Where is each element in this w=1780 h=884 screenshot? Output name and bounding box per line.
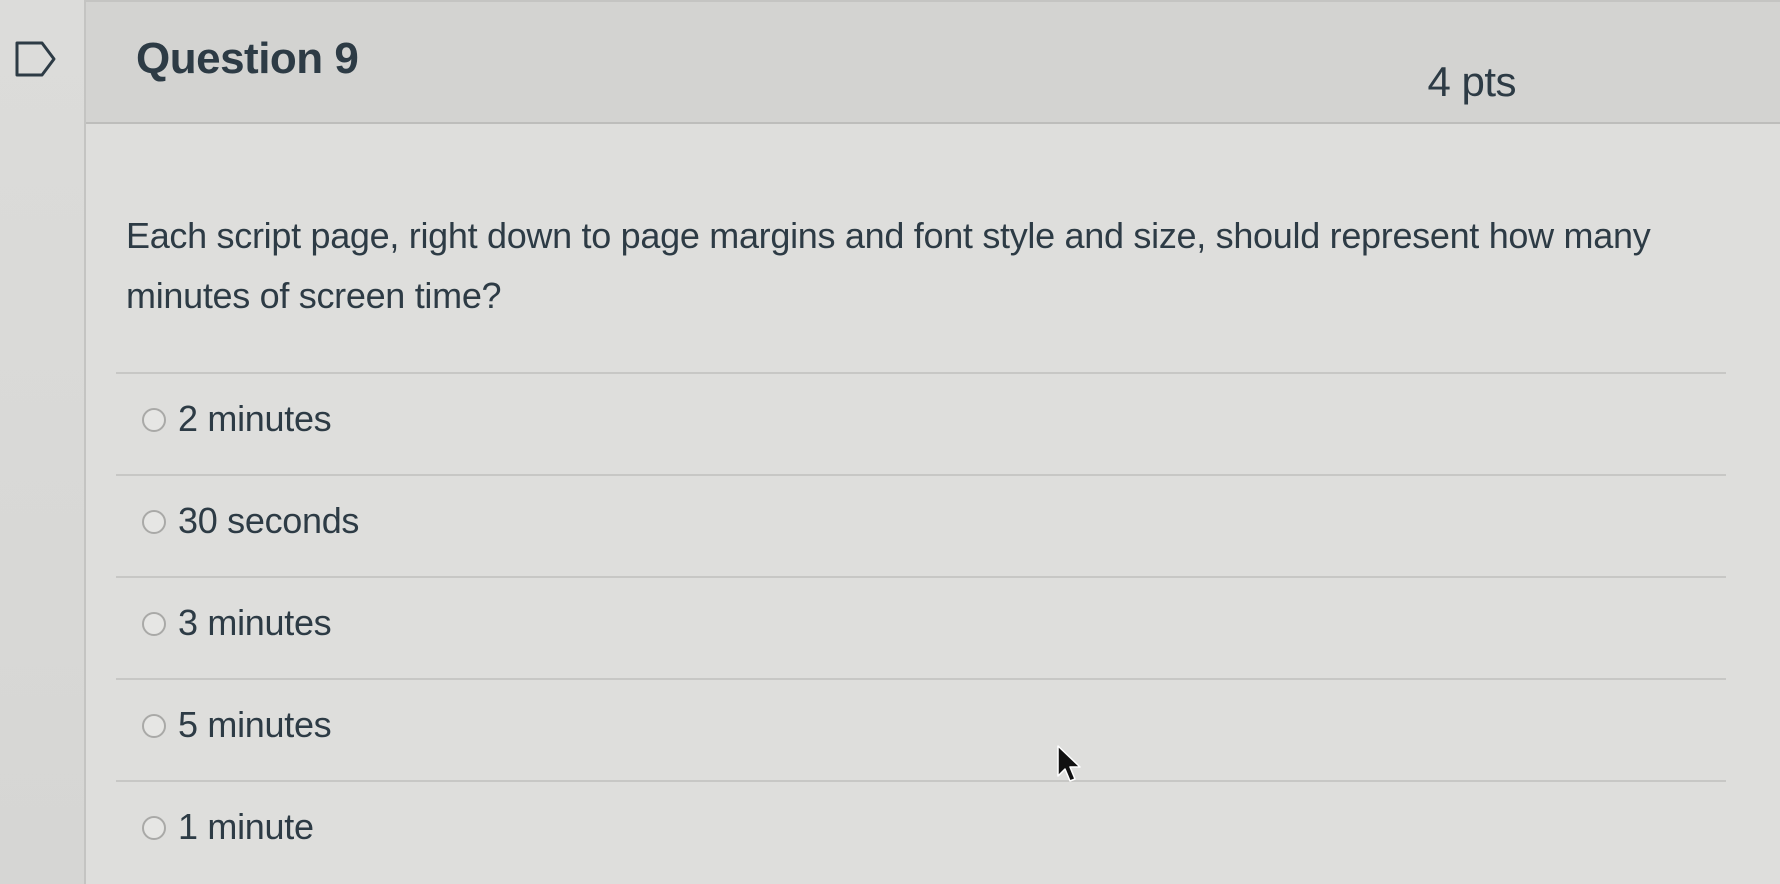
answer-option[interactable]: 3 minutes (116, 576, 1726, 678)
radio-button[interactable] (142, 408, 166, 432)
quiz-page: Question 9 4 pts Each script page, right… (0, 0, 1780, 884)
mouse-pointer-icon (1056, 744, 1082, 784)
answer-label[interactable]: 5 minutes (178, 704, 332, 746)
radio-button[interactable] (142, 612, 166, 636)
answer-label[interactable]: 2 minutes (178, 398, 332, 440)
flag-question-icon[interactable] (14, 40, 58, 78)
question-card: Question 9 4 pts Each script page, right… (84, 0, 1780, 884)
answer-option[interactable]: 2 minutes (116, 372, 1726, 474)
answer-option[interactable]: 1 minute (116, 780, 1726, 882)
answer-label[interactable]: 30 seconds (178, 500, 359, 542)
answer-list: 2 minutes 30 seconds 3 minutes 5 minutes… (116, 372, 1726, 882)
question-title: Question 9 (136, 34, 359, 83)
radio-button[interactable] (142, 816, 166, 840)
answer-label[interactable]: 1 minute (178, 806, 314, 848)
answer-option[interactable]: 5 minutes (116, 678, 1726, 780)
radio-button[interactable] (142, 510, 166, 534)
question-points: 4 pts (1427, 58, 1516, 105)
answer-label[interactable]: 3 minutes (178, 602, 332, 644)
question-text: Each script page, right down to page mar… (126, 215, 1651, 316)
question-header: Question 9 4 pts (86, 2, 1780, 124)
answer-option[interactable]: 30 seconds (116, 474, 1726, 576)
radio-button[interactable] (142, 714, 166, 738)
